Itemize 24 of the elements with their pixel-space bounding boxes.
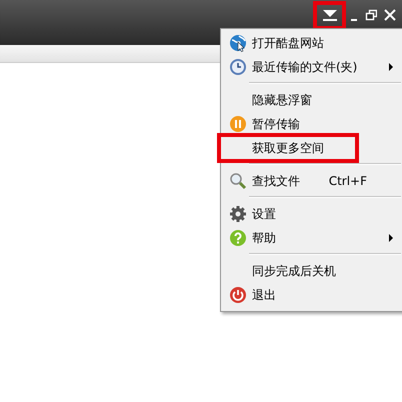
minimize-icon	[351, 19, 357, 21]
submenu-arrow-icon	[389, 63, 393, 71]
globe-icon	[229, 34, 247, 52]
menu-item[interactable]: 帮助	[221, 226, 402, 250]
search-icon	[229, 172, 247, 190]
submenu-arrow-icon	[389, 234, 393, 242]
menu-item[interactable]: 设置	[221, 202, 402, 226]
menu-item[interactable]: 退出	[221, 283, 402, 307]
clock-icon	[229, 58, 247, 76]
menu-item[interactable]: 同步完成后关机	[221, 259, 402, 283]
menu-item[interactable]: 获取更多空间	[221, 136, 402, 160]
menu-item[interactable]: 隐藏悬浮窗	[221, 88, 402, 112]
gear-icon	[229, 205, 247, 223]
close-icon	[384, 9, 396, 21]
menu-item[interactable]: 打开酷盘网站	[221, 31, 402, 55]
caret-icon	[322, 10, 336, 21]
help-icon	[229, 229, 247, 247]
pause-icon	[229, 115, 247, 133]
power-icon	[229, 286, 247, 304]
menu-item[interactable]: 最近传输的文件(夹)	[221, 55, 402, 79]
restore-icon	[365, 9, 377, 21]
menu-item[interactable]: 查找文件 Ctrl+F	[221, 169, 402, 193]
menu-item[interactable]: 暂停传输	[221, 112, 402, 136]
shortcut-text: Ctrl+F	[328, 173, 367, 190]
